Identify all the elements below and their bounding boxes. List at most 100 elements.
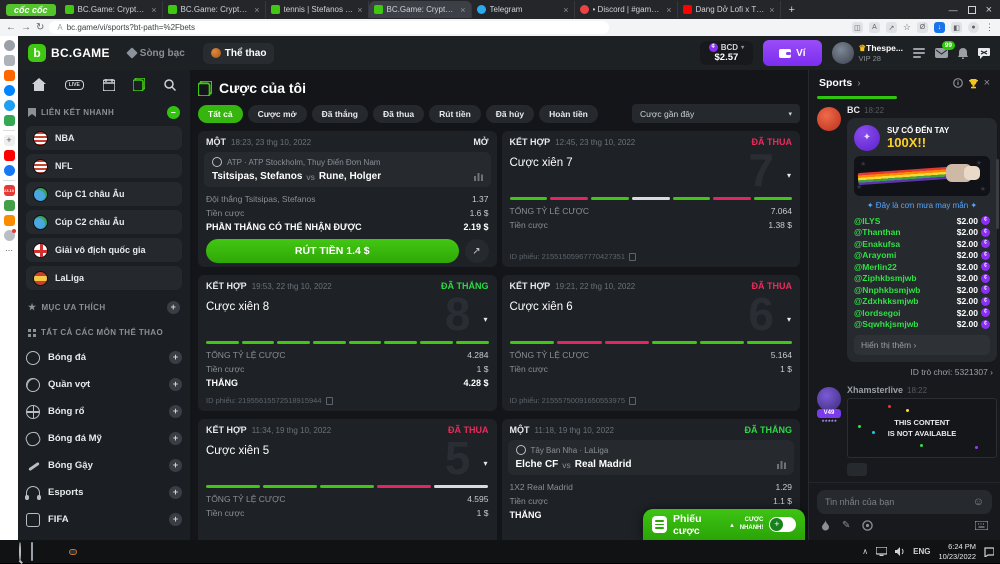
divider[interactable] xyxy=(3,130,15,131)
settings-icon[interactable] xyxy=(4,40,15,51)
browser-tab[interactable]: Dang Dở Lofi x Thói tình × xyxy=(678,1,781,18)
search-icon[interactable] xyxy=(164,79,176,91)
browser-tab[interactable]: Telegram × xyxy=(472,1,575,18)
user-profile[interactable]: ♛Thespe... VIP 28 xyxy=(832,42,903,64)
reaction-button[interactable] xyxy=(847,463,867,476)
add-shortcut-icon[interactable]: + xyxy=(4,135,15,146)
sport-item[interactable]: Bóng Gậy + xyxy=(26,452,182,479)
balance-selector[interactable]: ¢ BCD ▾ $2.57 xyxy=(700,41,753,65)
chat-scrollbar[interactable] xyxy=(996,159,999,229)
winner-name[interactable]: @Thanthan xyxy=(854,227,957,237)
expand-sport-button[interactable]: + xyxy=(169,351,182,364)
rain-icon[interactable] xyxy=(821,520,830,531)
share-extension-icon[interactable]: ↗ xyxy=(886,22,897,33)
expand-sport-button[interactable]: + xyxy=(169,486,182,499)
close-window-button[interactable]: × xyxy=(986,4,992,16)
game-id-link[interactable]: ID trò chơi: 5321307 › xyxy=(847,362,997,377)
combo-header[interactable]: Cược xiên 5 5 ▾ xyxy=(198,439,497,483)
filter-won[interactable]: Đã thắng xyxy=(312,105,368,123)
avatar[interactable] xyxy=(817,107,841,131)
quick-link-item[interactable]: NFL xyxy=(26,154,182,178)
winner-name[interactable]: @ILYS xyxy=(854,216,957,226)
tray-chevron-icon[interactable]: ∧ xyxy=(862,547,868,556)
emoji-picker-icon[interactable]: ☺ xyxy=(973,496,984,508)
bell-icon[interactable] xyxy=(958,48,968,59)
chat-username[interactable]: Xhamsterlive xyxy=(847,385,903,395)
action-center-icon[interactable] xyxy=(984,547,994,557)
copy-icon[interactable] xyxy=(629,253,636,261)
winner-name[interactable]: @Merlin22 xyxy=(854,262,957,272)
chat-channel[interactable]: Sports xyxy=(819,77,852,89)
filter-refund[interactable]: Hoàn tiền xyxy=(539,105,598,123)
browser-tab[interactable]: BC.Game: Crypto Casino × xyxy=(369,1,472,18)
sport-item[interactable]: Quần vợt + xyxy=(26,371,182,398)
download-extension-icon[interactable]: ↓ xyxy=(934,22,945,33)
games-icon[interactable] xyxy=(4,115,15,126)
combo-header[interactable]: Cược xiên 7 7 ▾ xyxy=(502,151,801,195)
sale-icon[interactable]: 23.10 xyxy=(4,185,15,196)
winner-name[interactable]: @lordsegoi xyxy=(854,308,957,318)
sport-item[interactable]: Esports + xyxy=(26,479,182,506)
quick-bet-toggle[interactable]: + xyxy=(769,517,796,532)
add-favorite-button[interactable]: + xyxy=(167,301,180,314)
expand-caret-icon[interactable]: ▾ xyxy=(483,315,487,324)
translate-extension-icon[interactable]: A xyxy=(869,22,880,33)
filter-cancelled[interactable]: Đã hủy xyxy=(486,105,534,123)
my-bets-icon[interactable] xyxy=(133,78,145,91)
wallet-button[interactable]: Ví xyxy=(763,40,821,66)
winner-name[interactable]: @Ziphkbsmjwb xyxy=(854,273,957,283)
browser-tab[interactable]: BC.Game: Crypto Casino × xyxy=(60,1,163,18)
expand-sport-button[interactable]: + xyxy=(169,405,182,418)
bookmark-star-icon[interactable]: ☆ xyxy=(903,22,911,33)
site-security-icon[interactable]: A xyxy=(57,23,62,32)
sort-dropdown[interactable]: Cược gần đây ▾ xyxy=(632,104,800,123)
maximize-button[interactable] xyxy=(968,6,976,14)
avatar[interactable] xyxy=(817,387,841,411)
browser-tab[interactable]: tennis | Stefanos Tsitsipa × xyxy=(266,1,369,18)
reload-icon[interactable]: ↻ xyxy=(36,22,44,33)
sport-item[interactable]: Bóng rổ + xyxy=(26,398,182,425)
tab-close-icon[interactable]: × xyxy=(151,5,156,15)
filter-open[interactable]: Cược mở xyxy=(248,105,307,123)
filter-cashout[interactable]: Rút tiền xyxy=(429,105,481,123)
minimize-button[interactable]: — xyxy=(949,5,958,15)
new-tab-button[interactable]: + xyxy=(789,4,795,16)
profile-avatar-icon[interactable]: ● xyxy=(968,22,979,33)
copy-icon[interactable] xyxy=(326,397,333,405)
expand-sport-button[interactable]: + xyxy=(169,378,182,391)
sport-item[interactable]: FIFA + xyxy=(26,506,182,533)
tab-close-icon[interactable]: × xyxy=(769,5,774,15)
chevron-right-icon[interactable]: › xyxy=(857,78,860,89)
address-bar[interactable]: A bc.game/vi/sports?bt-path=%2Fbets xyxy=(49,21,609,34)
back-icon[interactable]: ← xyxy=(6,22,16,33)
betslip-bar[interactable]: Phiếu cược ▴ CƯỢCNHANH! + xyxy=(643,509,805,540)
volume-icon[interactable] xyxy=(895,547,905,556)
live-icon[interactable]: LIVE xyxy=(65,80,84,90)
calendar-icon[interactable] xyxy=(103,79,115,91)
more-icon[interactable]: ⋯ xyxy=(4,245,15,256)
nav-casino-link[interactable]: Sòng bạc xyxy=(120,43,193,64)
tab-close-icon[interactable]: × xyxy=(357,5,362,15)
bet-list-icon[interactable] xyxy=(913,48,925,58)
chat-info-icon[interactable] xyxy=(953,78,963,88)
cashout-button[interactable]: RÚT TIỀN 1.4 $ xyxy=(206,239,459,263)
bcgame-logo[interactable]: b BC.GAME xyxy=(28,44,110,62)
winner-name[interactable]: @Arayomi xyxy=(854,250,957,260)
language-indicator[interactable]: ENG xyxy=(913,547,930,556)
gift-icon[interactable] xyxy=(4,200,15,211)
coccoc-logo[interactable]: cốc cốc xyxy=(6,4,56,16)
winner-name[interactable]: @Zdxhkksmjwb xyxy=(854,296,957,306)
chat-toggle-icon[interactable] xyxy=(978,48,990,59)
messenger-icon[interactable] xyxy=(4,85,15,96)
sport-item[interactable]: Bóng đá + xyxy=(26,344,182,371)
promo-card[interactable]: ✦ SỰ CỐ ĐẾN TAY 100X!! ★★★★ xyxy=(847,118,997,362)
tab-close-icon[interactable]: × xyxy=(563,5,568,15)
twitter-icon[interactable] xyxy=(4,100,15,111)
trophy-icon[interactable] xyxy=(968,78,979,89)
gif-icon[interactable] xyxy=(862,520,873,531)
copy-icon[interactable] xyxy=(629,397,636,405)
quick-link-item[interactable]: Giải vô địch quốc gia xyxy=(26,238,182,262)
adblock-extension-icon[interactable]: Ø xyxy=(917,22,928,33)
browser-tab[interactable]: • Discord | #games | × xyxy=(575,1,678,18)
extension-puzzle-icon[interactable]: ◧ xyxy=(951,22,962,33)
